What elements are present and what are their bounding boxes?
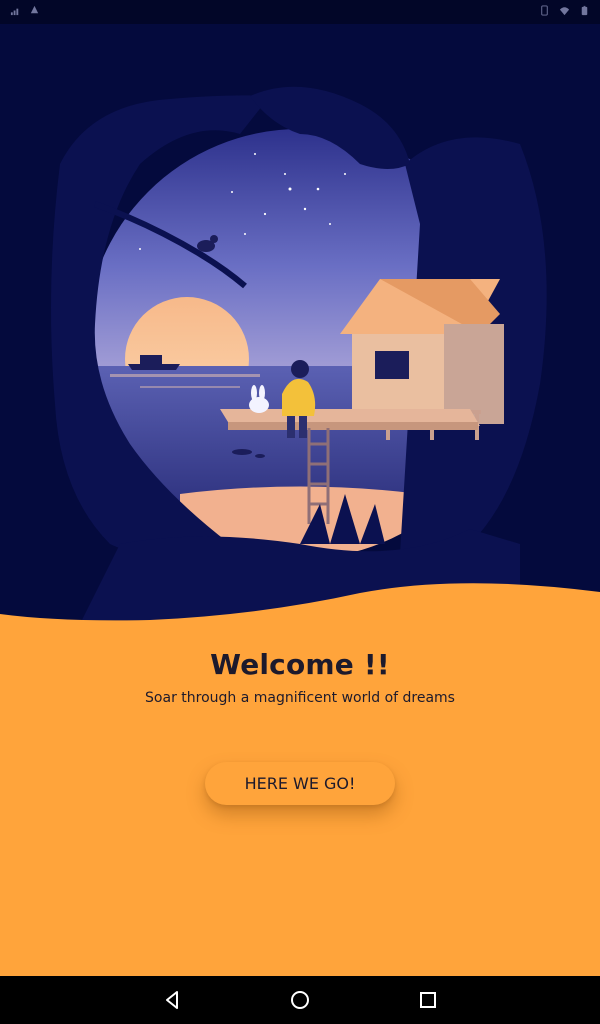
battery-icon [579, 5, 590, 16]
treehouse-scene [0, 24, 600, 644]
recents-icon[interactable] [416, 988, 440, 1012]
back-icon[interactable] [160, 988, 184, 1012]
here-we-go-button[interactable]: HERE WE GO! [205, 762, 395, 805]
signal-icon [10, 5, 21, 16]
ship [128, 364, 180, 370]
home-icon[interactable] [288, 988, 312, 1012]
status-bar [0, 0, 600, 24]
welcome-title: Welcome !! [210, 648, 390, 681]
notification-icon [29, 5, 40, 16]
wifi-icon [559, 5, 570, 16]
navigation-bar [0, 976, 600, 1024]
hero-illustration [0, 24, 600, 644]
welcome-subtitle: Soar through a magnificent world of drea… [145, 690, 455, 706]
vibrate-icon [539, 5, 550, 16]
